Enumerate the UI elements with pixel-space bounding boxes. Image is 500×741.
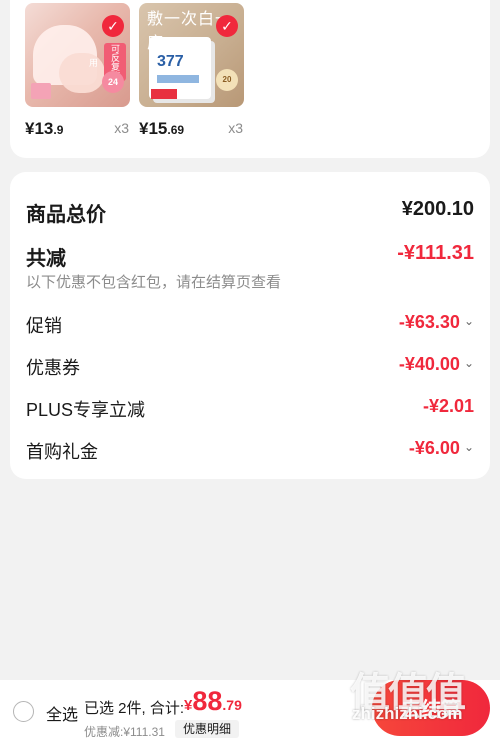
cart-products-card: 可反复使用 24 ✓ ¥13.9 x3 敷一次白一度 377 20 ✓ ¥15.… [10,0,490,158]
discount-amount: -¥6.00 [408,438,460,458]
discount-summary: 优惠减:¥111.31 [84,725,165,739]
reduction-row: 共减 -¥111.31 [26,238,474,270]
selection-summary: 已选 2件, 合计: [84,700,185,717]
price-int: ¥15 [139,119,168,138]
product-art-badge: 24 [102,71,124,93]
price-int: ¥13 [25,119,54,138]
checkout-button[interactable]: 去结算 [372,680,490,736]
price-breakdown-card: 商品总价 ¥200.10 共减 -¥111.31 以下优惠不包含红包，请在结算页… [10,172,490,479]
face-mask-product-image[interactable]: 敷一次白一度 377 20 ✓ [139,3,244,107]
discount-line-first-purchase[interactable]: 首购礼金 -¥6.00 ⌄ [26,434,474,464]
chevron-down-icon[interactable]: ⌄ [464,314,474,328]
discount-amount: -¥63.30 [398,312,460,332]
goods-total-value: ¥200.10 [401,198,474,220]
product-price: ¥13.9 [25,119,63,139]
discount-line-coupon[interactable]: 优惠券 -¥40.00 ⌄ [26,350,474,380]
checked-icon[interactable]: ✓ [216,15,238,37]
product-art-badge: 20 [216,69,238,91]
discount-amount: -¥2.01 [422,396,474,416]
discount-detail-button[interactable]: 优惠明细 [175,720,240,738]
chevron-down-icon[interactable]: ⌄ [464,356,474,370]
discount-value: -¥2.01 [423,396,474,417]
discount-value: -¥40.00 ⌄ [399,354,474,375]
discount-line-plus: PLUS专享立减 -¥2.01 [26,392,474,422]
discount-value: -¥63.30 ⌄ [399,312,474,333]
total-price: ¥88.79 [184,686,242,717]
product-art-shape [31,83,51,99]
total-dec: .79 [222,697,242,713]
select-all-label[interactable]: 全选 [46,701,78,725]
product-quantity: x3 [114,120,129,136]
product-item[interactable]: 敷一次白一度 377 20 ✓ ¥15.69 x3 [139,3,245,141]
nail-sticker-product-image[interactable]: 可反复使用 24 ✓ [25,3,130,107]
product-art-number: 377 [157,53,184,70]
reduction-label: 共减 [26,248,66,270]
goods-total-label: 商品总价 [26,204,106,226]
product-art-shape [151,89,177,99]
checked-icon[interactable]: ✓ [102,15,124,37]
select-all-radio[interactable] [13,701,34,722]
discount-label: 促销 [26,316,62,336]
chevron-down-icon[interactable]: ⌄ [464,440,474,454]
discount-label: 优惠券 [26,358,80,378]
price-dec: .69 [167,123,185,137]
discount-line-promotion[interactable]: 促销 -¥63.30 ⌄ [26,308,474,338]
price-dec: .9 [53,123,64,137]
product-price: ¥15.69 [139,119,184,139]
product-quantity: x3 [228,120,243,136]
discount-label: PLUS专享立减 [26,400,146,420]
discount-label: 首购礼金 [26,442,98,462]
product-item[interactable]: 可反复使用 24 ✓ ¥13.9 x3 [25,3,131,141]
reduction-value: -¥111.31 [397,242,474,264]
total-int: 88 [192,686,223,716]
product-art-shape [157,75,199,83]
discount-value: -¥6.00 ⌄ [409,438,474,459]
discount-amount: -¥40.00 [398,354,460,374]
goods-total-row: 商品总价 ¥200.10 [26,194,474,226]
discount-note: 以下优惠不包含红包，请在结算页查看 [26,274,282,291]
